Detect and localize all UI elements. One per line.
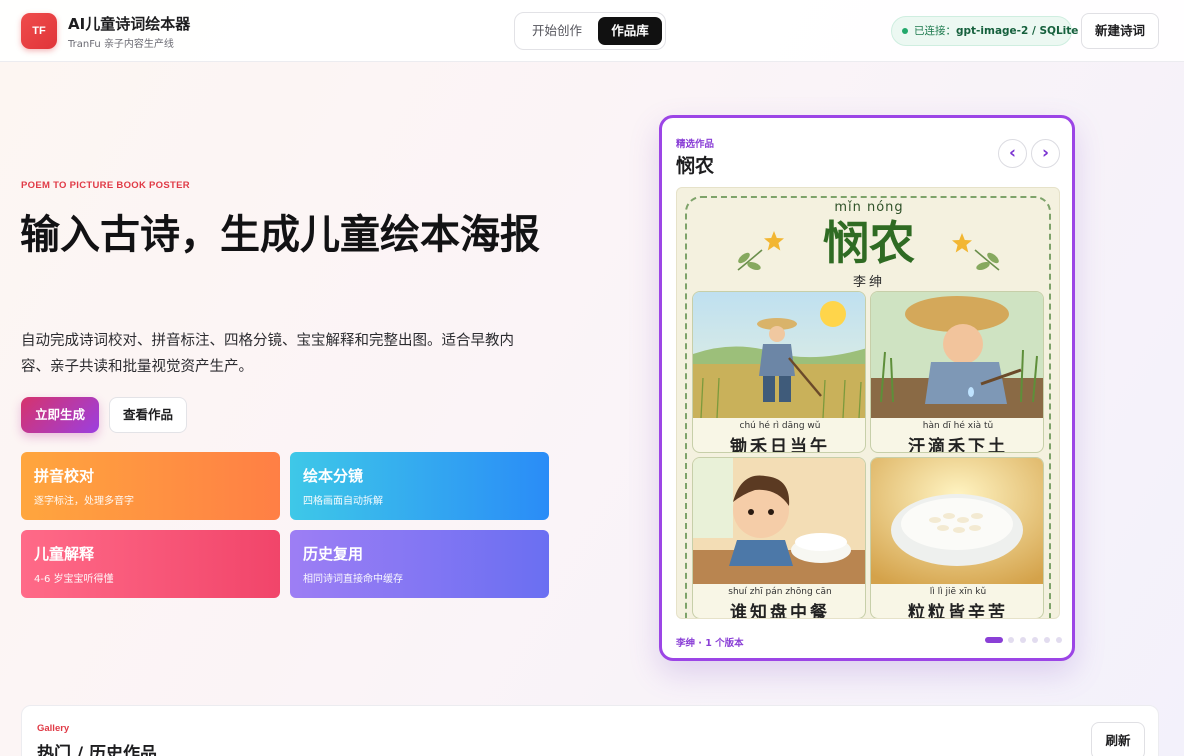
storyboard-panel: shuí zhī pán zhōng cān 谁知盘中餐 — [692, 457, 866, 619]
gallery-title: 热门 / 历史作品 — [37, 744, 158, 756]
pagination-dot[interactable] — [1032, 637, 1038, 643]
carousel-prev-button[interactable]: ‹ — [998, 139, 1027, 168]
panel-pinyin: hàn dī hé xià tǔ — [922, 421, 994, 431]
top-header: TF AI儿童诗词绘本器 TranFu 亲子内容生产线 开始创作 作品库 已连接… — [0, 0, 1184, 62]
app-title: AI儿童诗词绘本器 — [68, 15, 191, 33]
status-dot-icon — [902, 28, 908, 34]
panel-verse: 谁知盘中餐 — [730, 603, 830, 619]
feature-card-subtitle: 相同诗词直接命中缓存 — [303, 574, 403, 585]
featured-label: 精选作品 — [676, 139, 715, 150]
sweat-dripping-illustration — [871, 292, 1043, 418]
feature-card-explanation: 儿童解释 4-6 岁宝宝听得懂 — [21, 530, 280, 598]
poster-image[interactable]: mǐn nóng 悯农 李绅 chú hé rì dāng wǔ 锄禾日当午 h… — [676, 187, 1060, 619]
farmer-hoeing-illustration — [693, 292, 865, 418]
app-subtitle: TranFu 亲子内容生产线 — [68, 39, 174, 50]
view-works-button[interactable]: 查看作品 — [109, 397, 187, 433]
gallery-eyebrow: Gallery — [37, 723, 70, 734]
poster-title-pinyin: mǐn nóng — [834, 200, 904, 215]
pagination-dot[interactable] — [1020, 637, 1026, 643]
panel-verse: 粒粒皆辛苦 — [908, 603, 1008, 619]
hero-description: 自动完成诗词校对、拼音标注、四格分镜、宝宝解释和完整出图。适合早教内容、亲子共读… — [21, 333, 514, 375]
pagination-dot[interactable] — [1056, 637, 1062, 643]
gallery-section: Gallery 热门 / 历史作品 刷新 — [21, 705, 1159, 756]
poster-title: 悯农 — [823, 216, 915, 270]
featured-title: 悯农 — [676, 155, 715, 177]
featured-footer: 李绅 · 1 个版本 — [676, 638, 744, 649]
hero-eyebrow: POEM TO PICTURE BOOK POSTER — [21, 180, 190, 191]
storyboard-panel: hàn dī hé xià tǔ 汗滴禾下土 — [870, 291, 1044, 453]
rice-bowl-illustration — [871, 458, 1043, 584]
storyboard-panel: chú hé rì dāng wǔ 锄禾日当午 — [692, 291, 866, 453]
tab-gallery[interactable]: 作品库 — [598, 17, 662, 45]
panel-pinyin: lì lì jiē xīn kǔ — [929, 587, 987, 597]
pagination-dot[interactable] — [985, 637, 1003, 643]
storyboard-panel: lì lì jiē xīn kǔ 粒粒皆辛苦 — [870, 457, 1044, 619]
chevron-left-icon: ‹ — [1008, 143, 1016, 163]
carousel-next-button[interactable]: › — [1031, 139, 1060, 168]
feature-card-storyboard: 绘本分镜 四格画面自动拆解 — [290, 452, 549, 520]
panel-pinyin: shuí zhī pán zhōng cān — [728, 587, 832, 597]
view-switcher: 开始创作 作品库 — [514, 12, 666, 50]
panel-verse: 汗滴禾下土 — [908, 437, 1008, 453]
status-value: gpt-image-2 / SQLite — [956, 25, 1079, 37]
feature-card-pinyin: 拼音校对 逐字标注，处理多音字 — [21, 452, 280, 520]
feature-card-history: 历史复用 相同诗词直接命中缓存 — [290, 530, 549, 598]
child-with-rice-illustration — [693, 458, 865, 584]
hero-title: 输入古诗，生成儿童绘本海报 — [20, 212, 540, 258]
panel-pinyin: chú hé rì dāng wǔ — [739, 421, 821, 431]
feature-card-title: 历史复用 — [303, 545, 364, 563]
status-prefix: 已连接： — [914, 25, 956, 37]
chevron-right-icon: › — [1041, 143, 1049, 163]
feature-card-subtitle: 四格画面自动拆解 — [303, 496, 383, 507]
feature-card-subtitle: 4-6 岁宝宝听得懂 — [34, 574, 114, 585]
panel-verse: 锄禾日当午 — [730, 437, 830, 453]
poster-author: 李绅 — [852, 275, 885, 290]
generate-now-button[interactable]: 立即生成 — [21, 397, 99, 433]
feature-card-title: 儿童解释 — [34, 545, 95, 563]
new-poem-button[interactable]: 新建诗词 — [1081, 13, 1159, 49]
pagination-dot[interactable] — [1044, 637, 1050, 643]
pagination-dot[interactable] — [1008, 637, 1014, 643]
tab-start-create[interactable]: 开始创作 — [521, 17, 593, 45]
connection-status-badge: 已连接：gpt-image-2 / SQLite — [891, 16, 1078, 46]
feature-card-subtitle: 逐字标注，处理多音字 — [34, 496, 134, 507]
feature-card-title: 绘本分镜 — [303, 467, 364, 485]
featured-work-card: 精选作品 悯农 ‹ › mǐn nóng 悯农 李绅 chú hé rì dān… — [659, 115, 1075, 661]
feature-card-title: 拼音校对 — [34, 467, 95, 485]
refresh-button[interactable]: 刷新 — [1091, 722, 1145, 756]
app-logo: TF — [21, 13, 57, 49]
